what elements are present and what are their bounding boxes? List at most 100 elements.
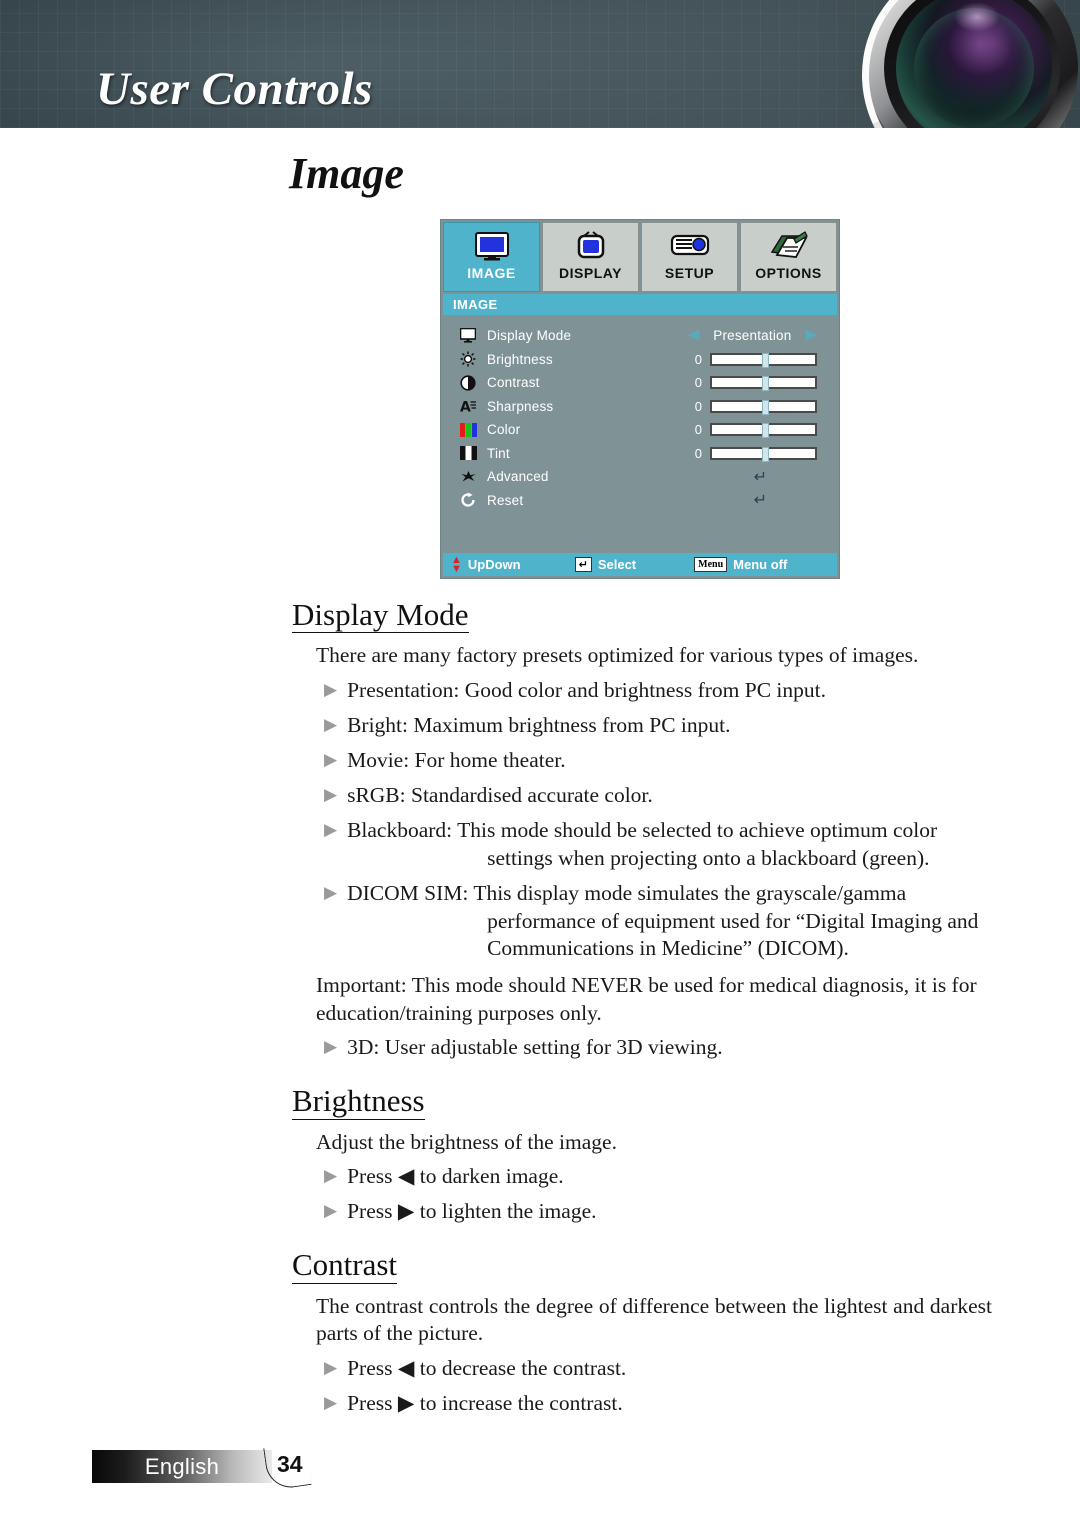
osd-sharpness-value: 0	[694, 398, 702, 414]
osd-brightness-slider[interactable]	[710, 352, 817, 368]
osd-menu-screenshot: IMAGE DISPLAY SETUP OPTIONS IMAGE Displa…	[440, 219, 840, 579]
osd-footer-updown: ▲ ▼ UpDown	[451, 553, 521, 575]
footer-language-label: English	[144, 1453, 220, 1479]
sun-icon	[457, 350, 479, 368]
list-item: ▶ Blackboard: This mode should be select…	[324, 817, 990, 873]
section-display-mode: Display Mode There are many factory pres…	[0, 598, 1080, 1062]
osd-footer-menuoff: Menu Menu off	[694, 557, 787, 572]
left-arrow-icon[interactable]: ◀	[688, 328, 700, 343]
list-item-text: Blackboard: This mode should be selected…	[347, 817, 938, 842]
osd-contrast-value: 0	[694, 375, 702, 391]
osd-color-slider[interactable]	[710, 423, 817, 439]
osd-tab-image-label: IMAGE	[467, 265, 516, 281]
list-item-continuation: performance of equipment used for “Digit…	[487, 908, 979, 961]
bullet-arrow-icon: ▶	[324, 1357, 338, 1377]
osd-row-brightness[interactable]: Brightness 0	[441, 348, 839, 372]
list-item: ▶ Bright: Maximum brightness from PC inp…	[324, 712, 990, 740]
osd-row-advanced[interactable]: Advanced ↵	[441, 465, 839, 489]
list-item: ▶ Press ▶ to increase the contrast.	[324, 1390, 990, 1418]
list-item-text: Movie: For home theater.	[347, 747, 566, 772]
osd-row-sharpness[interactable]: A Sharpness 0	[441, 395, 839, 419]
right-arrow-icon[interactable]: ▶	[805, 328, 817, 343]
letter-a-icon: A	[457, 397, 479, 415]
osd-row-display-mode[interactable]: Display Mode ◀ Presentation ▶	[441, 324, 839, 348]
section-brightness: Brightness Adjust the brightness of the …	[0, 1084, 1080, 1226]
osd-tab-display[interactable]: DISPLAY	[542, 222, 639, 292]
slider-thumb[interactable]	[762, 352, 770, 368]
osd-row-color[interactable]: Color 0	[441, 418, 839, 442]
slider-thumb[interactable]	[762, 399, 770, 415]
osd-row-reset[interactable]: Reset ↵	[441, 489, 839, 513]
up-down-arrow-icon: ▲ ▼	[451, 553, 462, 575]
osd-sharpness-slider[interactable]	[710, 399, 817, 415]
osd-row-contrast[interactable]: Contrast 0	[441, 371, 839, 395]
section-heading-display-mode: Display Mode	[292, 597, 469, 634]
list-item: ▶ Press ◀ to decrease the contrast.	[324, 1355, 990, 1383]
header-title: User Controls	[96, 63, 373, 115]
half-circle-icon	[457, 374, 479, 392]
list-item-text: Press ◀ to darken image.	[347, 1164, 564, 1189]
list-item: ▶ sRGB: Standardised accurate color.	[324, 782, 990, 810]
bullet-arrow-icon: ▶	[324, 749, 338, 769]
osd-row-tint[interactable]: Tint 0	[441, 442, 839, 466]
osd-section-label: IMAGE	[453, 297, 498, 312]
projector-lens-icon	[829, 0, 1080, 128]
list-item: ▶ DICOM SIM: This display mode simulates…	[324, 880, 990, 964]
osd-row-advanced-label: Advanced	[487, 469, 549, 485]
bullet-arrow-icon: ▶	[324, 819, 338, 839]
osd-tab-options[interactable]: OPTIONS	[740, 222, 837, 292]
bullet-arrow-icon: ▶	[324, 1392, 338, 1412]
osd-row-sharpness-label: Sharpness	[487, 398, 554, 414]
osd-contrast-slider[interactable]	[710, 376, 817, 392]
slider-thumb[interactable]	[762, 446, 770, 462]
section-intro-contrast: The contrast controls the degree of diff…	[316, 1293, 992, 1346]
monitor-small-icon	[457, 327, 479, 345]
bullet-arrow-icon: ▶	[324, 714, 338, 734]
refresh-icon	[457, 491, 479, 509]
osd-menu-rows: Display Mode ◀ Presentation ▶ Brightness…	[441, 315, 839, 512]
bullet-arrow-icon: ▶	[324, 1201, 338, 1221]
osd-row-display-mode-label: Display Mode	[487, 328, 572, 344]
osd-tint-slider[interactable]	[710, 446, 817, 462]
projector-icon	[668, 228, 712, 263]
list-item: ▶ Presentation: Good color and brightnes…	[324, 677, 990, 705]
osd-footer-select: ↵ Select	[574, 557, 636, 572]
list-item-text: DICOM SIM: This display mode simulates t…	[347, 880, 907, 905]
osd-row-contrast-label: Contrast	[487, 375, 540, 391]
enter-key-icon: ↵	[574, 557, 592, 572]
important-note-display-mode: Important: This mode should NEVER be use…	[316, 973, 977, 1025]
osd-color-value: 0	[694, 422, 702, 438]
osd-tab-setup[interactable]: SETUP	[641, 222, 738, 292]
section-intro-display-mode: There are many factory presets optimized…	[316, 643, 919, 668]
list-item-continuation: settings when projecting onto a blackboa…	[487, 845, 930, 870]
page-title: Image	[289, 149, 404, 198]
page-number: 34	[277, 1451, 303, 1477]
list-item-text: Press ▶ to increase the contrast.	[347, 1390, 623, 1415]
rgb-bars-icon	[457, 421, 479, 439]
osd-footer-menuoff-label: Menu off	[733, 557, 788, 572]
osd-tab-image[interactable]: IMAGE	[443, 222, 540, 292]
monitor-icon	[472, 228, 512, 263]
bullet-arrow-icon: ▶	[324, 1166, 338, 1186]
osd-tab-setup-label: SETUP	[664, 265, 715, 281]
enter-arrow-icon: ↵	[753, 490, 767, 510]
svg-text:A: A	[460, 400, 471, 415]
notepad-pencil-icon	[768, 228, 810, 263]
list-item-text: Press ▶ to lighten the image.	[347, 1199, 597, 1224]
list-item: ▶ Press ▶ to lighten the image.	[324, 1198, 990, 1226]
osd-tab-display-label: DISPLAY	[559, 265, 622, 281]
bullet-arrow-icon: ▶	[324, 679, 338, 699]
bullet-arrow-icon: ▶	[324, 882, 338, 902]
slider-thumb[interactable]	[762, 423, 770, 439]
section-heading-contrast: Contrast	[292, 1247, 398, 1284]
list-item-text: Press ◀ to decrease the contrast.	[347, 1355, 627, 1380]
list-item-text: 3D: User adjustable setting for 3D viewi…	[347, 1035, 723, 1060]
osd-row-reset-label: Reset	[487, 492, 524, 508]
enter-arrow-icon: ↵	[753, 466, 767, 486]
slider-thumb[interactable]	[762, 376, 770, 392]
list-item: ▶ Press ◀ to darken image.	[324, 1163, 990, 1191]
list-item-text: Bright: Maximum brightness from PC input…	[347, 712, 731, 737]
section-intro-brightness: Adjust the brightness of the image.	[316, 1129, 617, 1154]
star-icon	[457, 468, 479, 486]
osd-footer-bar: ▲ ▼ UpDown ↵ Select Menu Menu off	[443, 553, 837, 576]
